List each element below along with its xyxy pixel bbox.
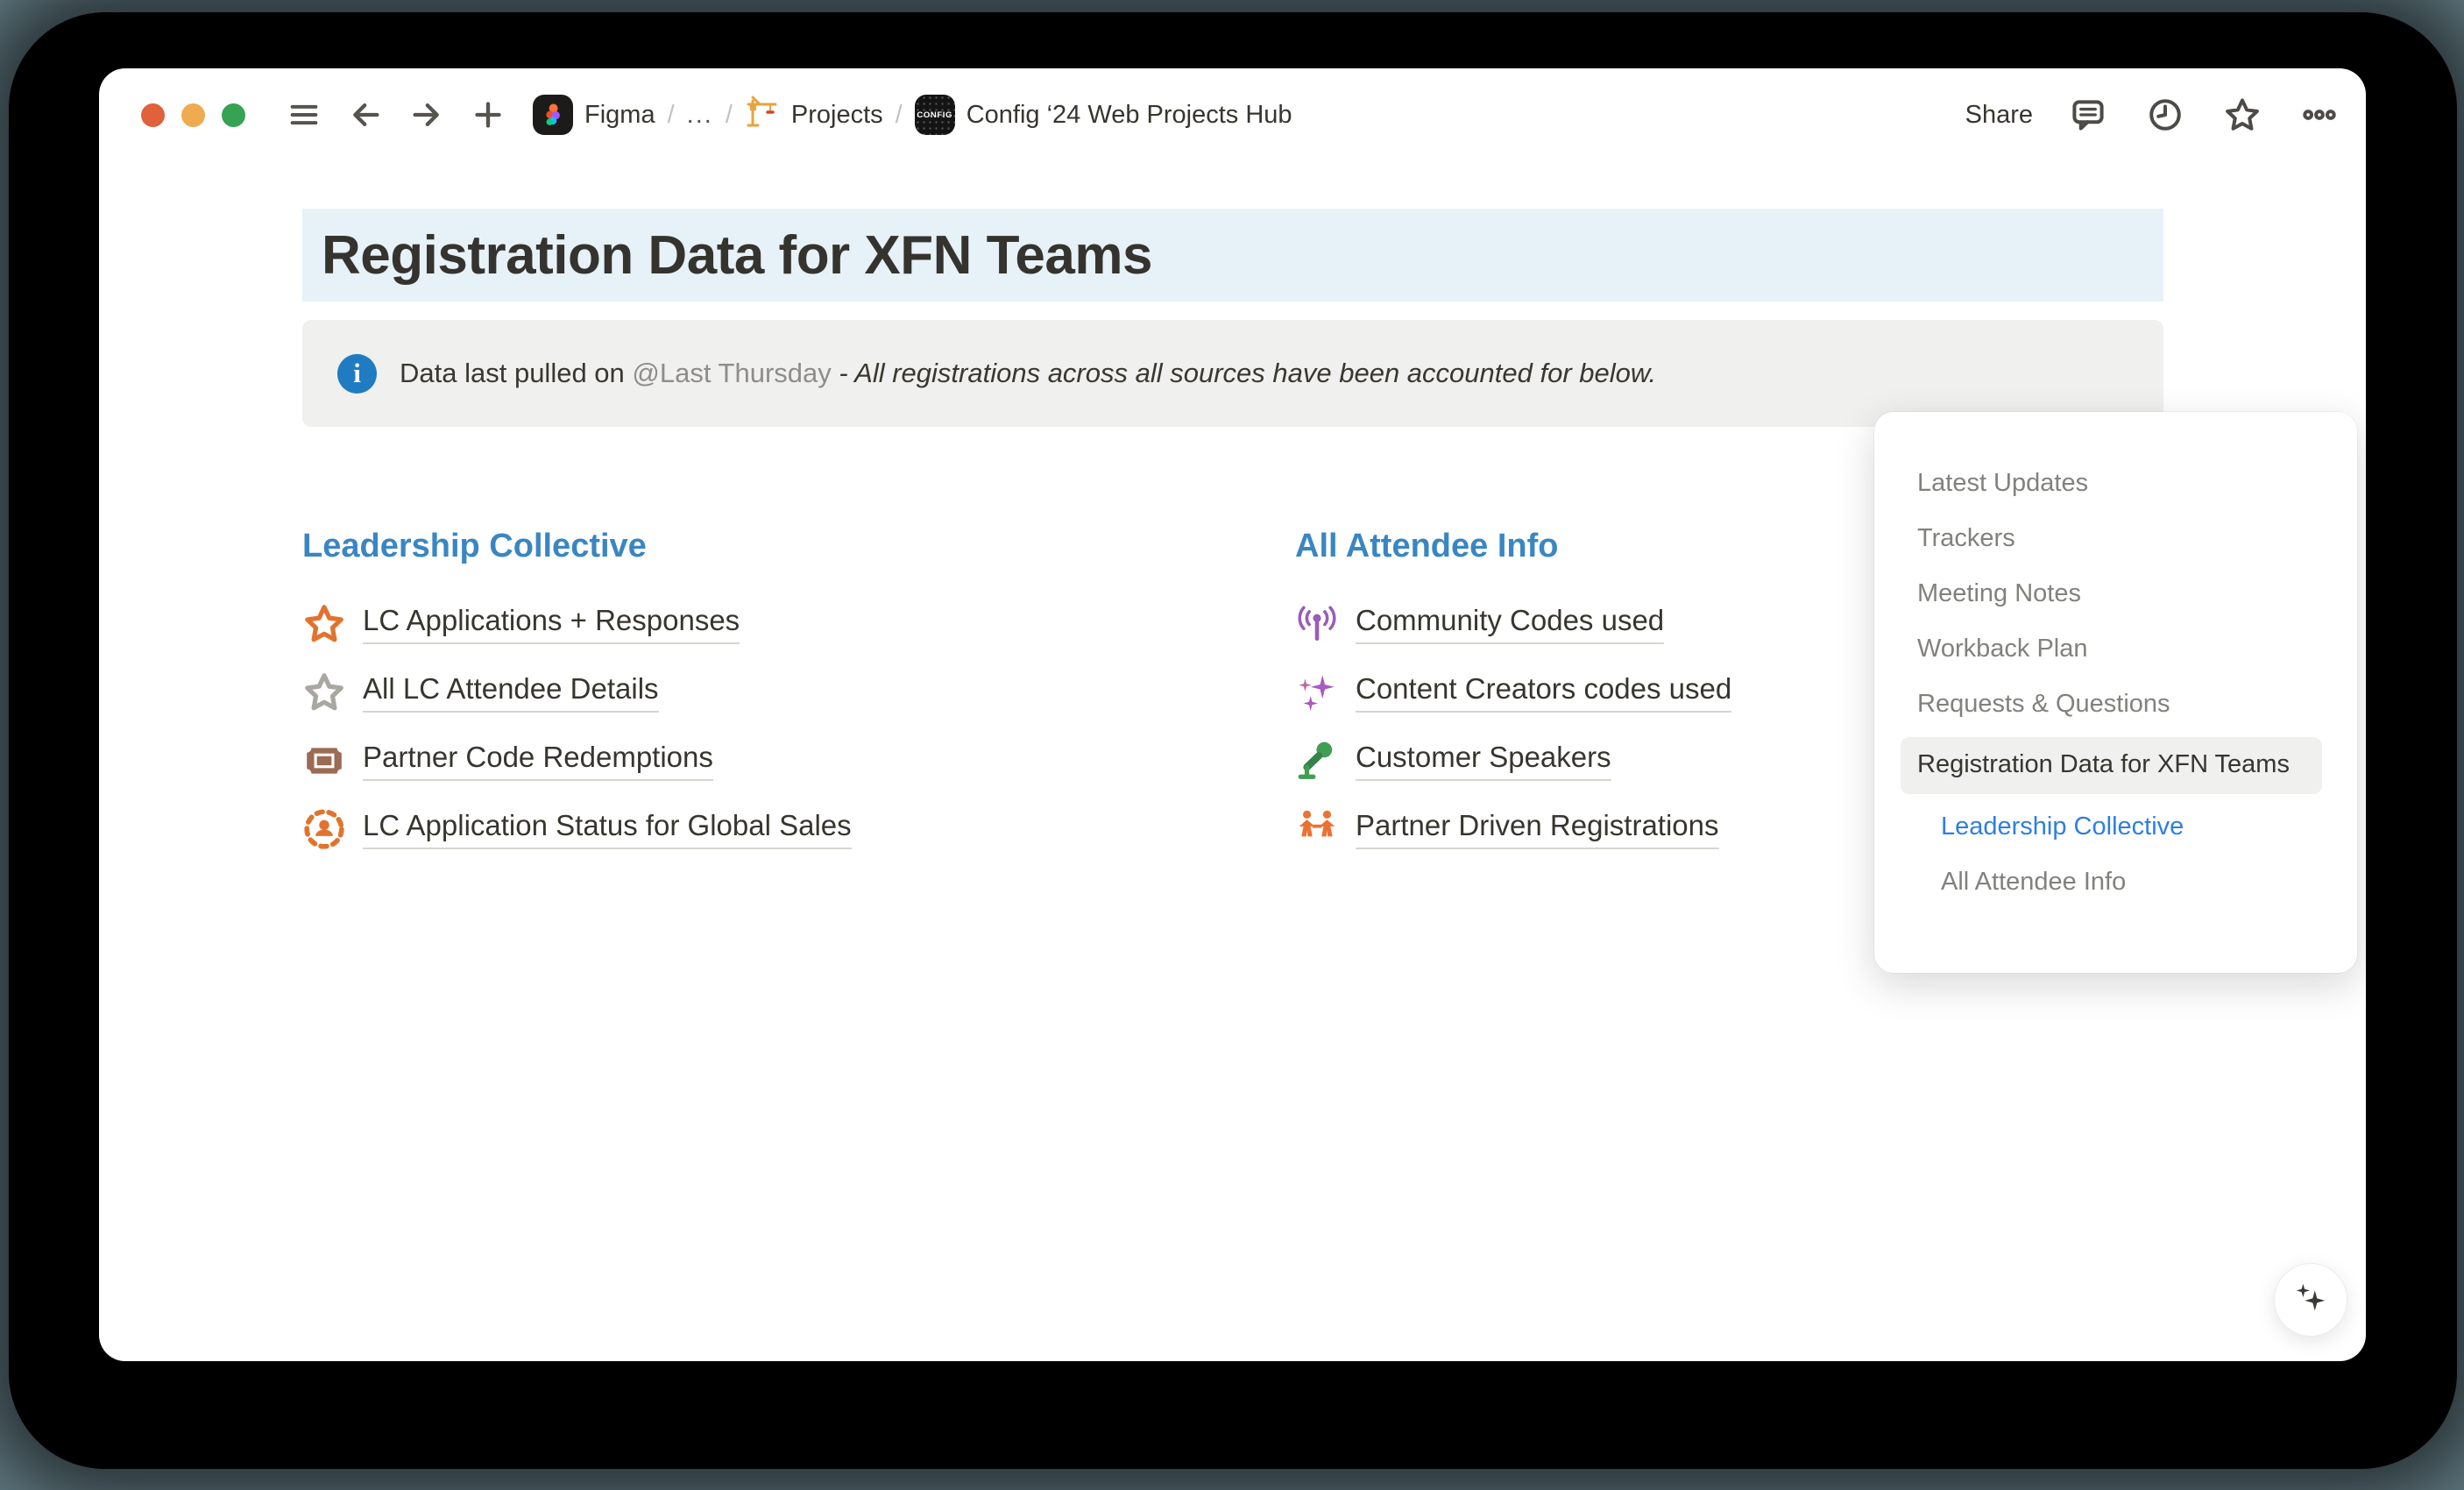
page-title[interactable]: Registration Data for XFN Teams (322, 224, 1152, 287)
toc-item-requests-questions[interactable]: Requests & Questions (1874, 677, 2357, 732)
breadcrumb-item-projects[interactable]: Projects (745, 94, 883, 136)
minimize-window-button[interactable] (181, 103, 205, 127)
callout-text: Data last pulled on @Last Thursday - All… (400, 358, 1656, 389)
breadcrumb-label: Projects (791, 101, 883, 130)
toc-item-all-attendee-info[interactable]: All Attendee Info (1874, 855, 2357, 910)
page-link-label: Partner Code Redemptions (363, 741, 713, 781)
toc-item-trackers[interactable]: Trackers (1874, 511, 2357, 566)
zoom-window-button[interactable] (222, 103, 245, 127)
crane-icon (745, 94, 780, 136)
breadcrumb-separator: / (896, 101, 903, 130)
page-link-partner-code-redemptions[interactable]: Partner Code Redemptions (302, 727, 1266, 795)
favorite-star-icon[interactable] (2220, 93, 2264, 137)
star-icon (302, 670, 346, 714)
page-link-all-lc-attendee-details[interactable]: All LC Attendee Details (302, 658, 1266, 727)
broadcast-antenna-icon (1295, 602, 1339, 646)
toc-item-workback-plan[interactable]: Workback Plan (1874, 621, 2357, 677)
breadcrumb-label: Figma (584, 101, 655, 130)
share-button[interactable]: Share (1965, 101, 2033, 130)
info-callout: i Data last pulled on @Last Thursday - A… (302, 320, 2163, 427)
frame-icon (302, 739, 346, 783)
sparkles-ai-icon (2291, 1279, 2331, 1322)
star-icon (302, 602, 346, 646)
history-clock-icon[interactable] (2143, 93, 2187, 137)
page-link-label: LC Application Status for Global Sales (363, 809, 852, 849)
page-link-lc-application-status-global-sales[interactable]: LC Application Status for Global Sales (302, 795, 1266, 863)
app-window: Figma / ... / Projects / CONFIG Config ‘… (99, 68, 2366, 1361)
page-link-lc-applications-responses[interactable]: LC Applications + Responses (302, 590, 1266, 658)
info-icon: i (337, 354, 377, 394)
person-dashed-circle-icon (302, 807, 346, 851)
breadcrumb-separator: / (668, 101, 675, 130)
breadcrumb: Figma / ... / Projects / CONFIG Config ‘… (533, 94, 1292, 136)
section-leadership-collective: Leadership Collective LC Applications + … (302, 528, 1266, 863)
page-link-label: All LC Attendee Details (363, 672, 659, 713)
breadcrumb-collapsed-ellipsis[interactable]: ... (687, 101, 713, 130)
breadcrumb-item-figma[interactable]: Figma (533, 95, 655, 135)
ai-assistant-button[interactable] (2274, 1263, 2347, 1337)
callout-note: - All registrations across all sources h… (839, 358, 1656, 388)
page-link-label: Community Codes used (1356, 604, 1664, 644)
close-window-button[interactable] (141, 103, 165, 127)
window-titlebar: Figma / ... / Projects / CONFIG Config ‘… (99, 68, 2366, 161)
breadcrumb-separator: / (726, 101, 733, 130)
section-heading: Leadership Collective (302, 528, 1266, 565)
page-link-label: Content Creators codes used (1356, 672, 1731, 713)
config-app-icon: CONFIG (915, 95, 955, 135)
forward-arrow-icon[interactable] (407, 95, 447, 135)
callout-prefix: Data last pulled on (400, 358, 632, 388)
toc-item-latest-updates[interactable]: Latest Updates (1874, 456, 2357, 511)
breadcrumb-item-config-hub[interactable]: CONFIG Config ‘24 Web Projects Hub (915, 95, 1292, 135)
more-ellipsis-icon[interactable] (2298, 93, 2341, 137)
nav-buttons (284, 95, 508, 135)
menu-hamburger-icon[interactable] (284, 95, 324, 135)
microphone-icon (1295, 739, 1339, 783)
new-tab-plus-icon[interactable] (468, 95, 508, 135)
table-of-contents-panel: Latest Updates Trackers Meeting Notes Wo… (1874, 412, 2357, 973)
page-link-label: LC Applications + Responses (363, 604, 740, 644)
sparkles-icon (1295, 670, 1339, 714)
traffic-lights (141, 103, 245, 127)
date-mention[interactable]: @Last Thursday (632, 358, 831, 388)
page-link-label: Partner Driven Registrations (1356, 809, 1719, 849)
toc-item-meeting-notes[interactable]: Meeting Notes (1874, 566, 2357, 621)
titlebar-actions: Share (1965, 93, 2341, 137)
page-title-highlight: Registration Data for XFN Teams (302, 209, 2163, 302)
toc-item-leadership-collective[interactable]: Leadership Collective (1874, 799, 2357, 855)
breadcrumb-label: Config ‘24 Web Projects Hub (966, 101, 1292, 130)
figma-app-icon (533, 95, 573, 135)
people-icon (1295, 807, 1339, 851)
toc-item-registration-data-active[interactable]: Registration Data for XFN Teams (1901, 737, 2322, 794)
back-arrow-icon[interactable] (345, 95, 386, 135)
comment-icon[interactable] (2066, 93, 2110, 137)
page-link-label: Customer Speakers (1356, 741, 1611, 781)
